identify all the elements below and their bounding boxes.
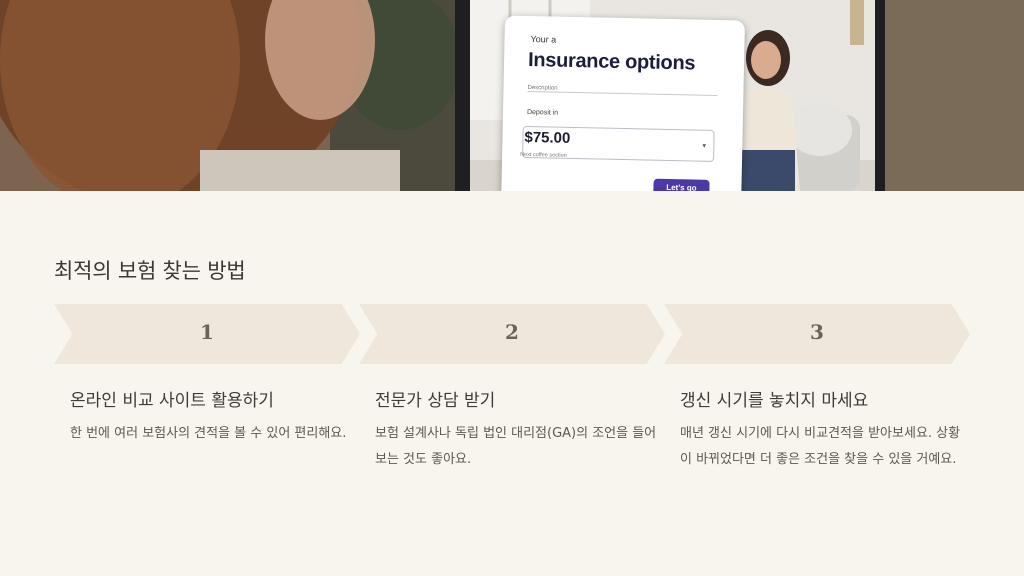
step-1-number: 1 bbox=[200, 320, 214, 344]
shoulder-sweater bbox=[200, 150, 400, 191]
hero-image: Your a Insurance options Description Dep… bbox=[0, 0, 1024, 191]
step-1-chevron: 1 bbox=[54, 304, 360, 364]
chevron-down-icon: ▼ bbox=[701, 143, 708, 150]
step-3-title: 갱신 시기를 놓치지 마세요 bbox=[680, 391, 869, 411]
insurance-options-card: Your a Insurance options Description Dep… bbox=[501, 15, 745, 191]
step-2-number: 2 bbox=[505, 320, 519, 344]
card-divider bbox=[527, 90, 718, 96]
card-eyebrow: Your a bbox=[530, 34, 557, 45]
card-field-label: Deposit in bbox=[526, 108, 559, 117]
step-3-chevron: 3 bbox=[664, 304, 970, 364]
step-3-number: 3 bbox=[810, 320, 824, 344]
step-2-chevron: 2 bbox=[359, 304, 665, 364]
screen-person-face bbox=[751, 41, 781, 79]
section-title: 최적의 보험 찾는 방법 bbox=[54, 259, 246, 283]
step-2-title: 전문가 상담 받기 bbox=[375, 391, 496, 411]
price-value: $75.00 bbox=[524, 128, 571, 147]
card-note: Next coffee section bbox=[520, 151, 567, 159]
card-title: Insurance options bbox=[527, 49, 696, 75]
step-2-description: 보험 설계사나 독립 법인 대리점(GA)의 조언을 들어보는 것도 좋아요. bbox=[375, 426, 657, 467]
step-3-description: 매년 갱신 시기에 다시 비교견적을 받아보세요. 상황이 바뀌었다면 더 좋은… bbox=[680, 426, 961, 467]
screen-person-jeans bbox=[735, 150, 795, 191]
card-cta-button: Let's go bbox=[653, 178, 710, 191]
step-1-description: 한 번에 여러 보험사의 견적을 볼 수 있어 편리해요. bbox=[70, 426, 347, 441]
room-wall-right bbox=[885, 0, 1024, 191]
sofa-cushion bbox=[788, 104, 852, 156]
frame-edge bbox=[850, 0, 864, 45]
step-1-title: 온라인 비교 사이트 활용하기 bbox=[70, 391, 274, 411]
